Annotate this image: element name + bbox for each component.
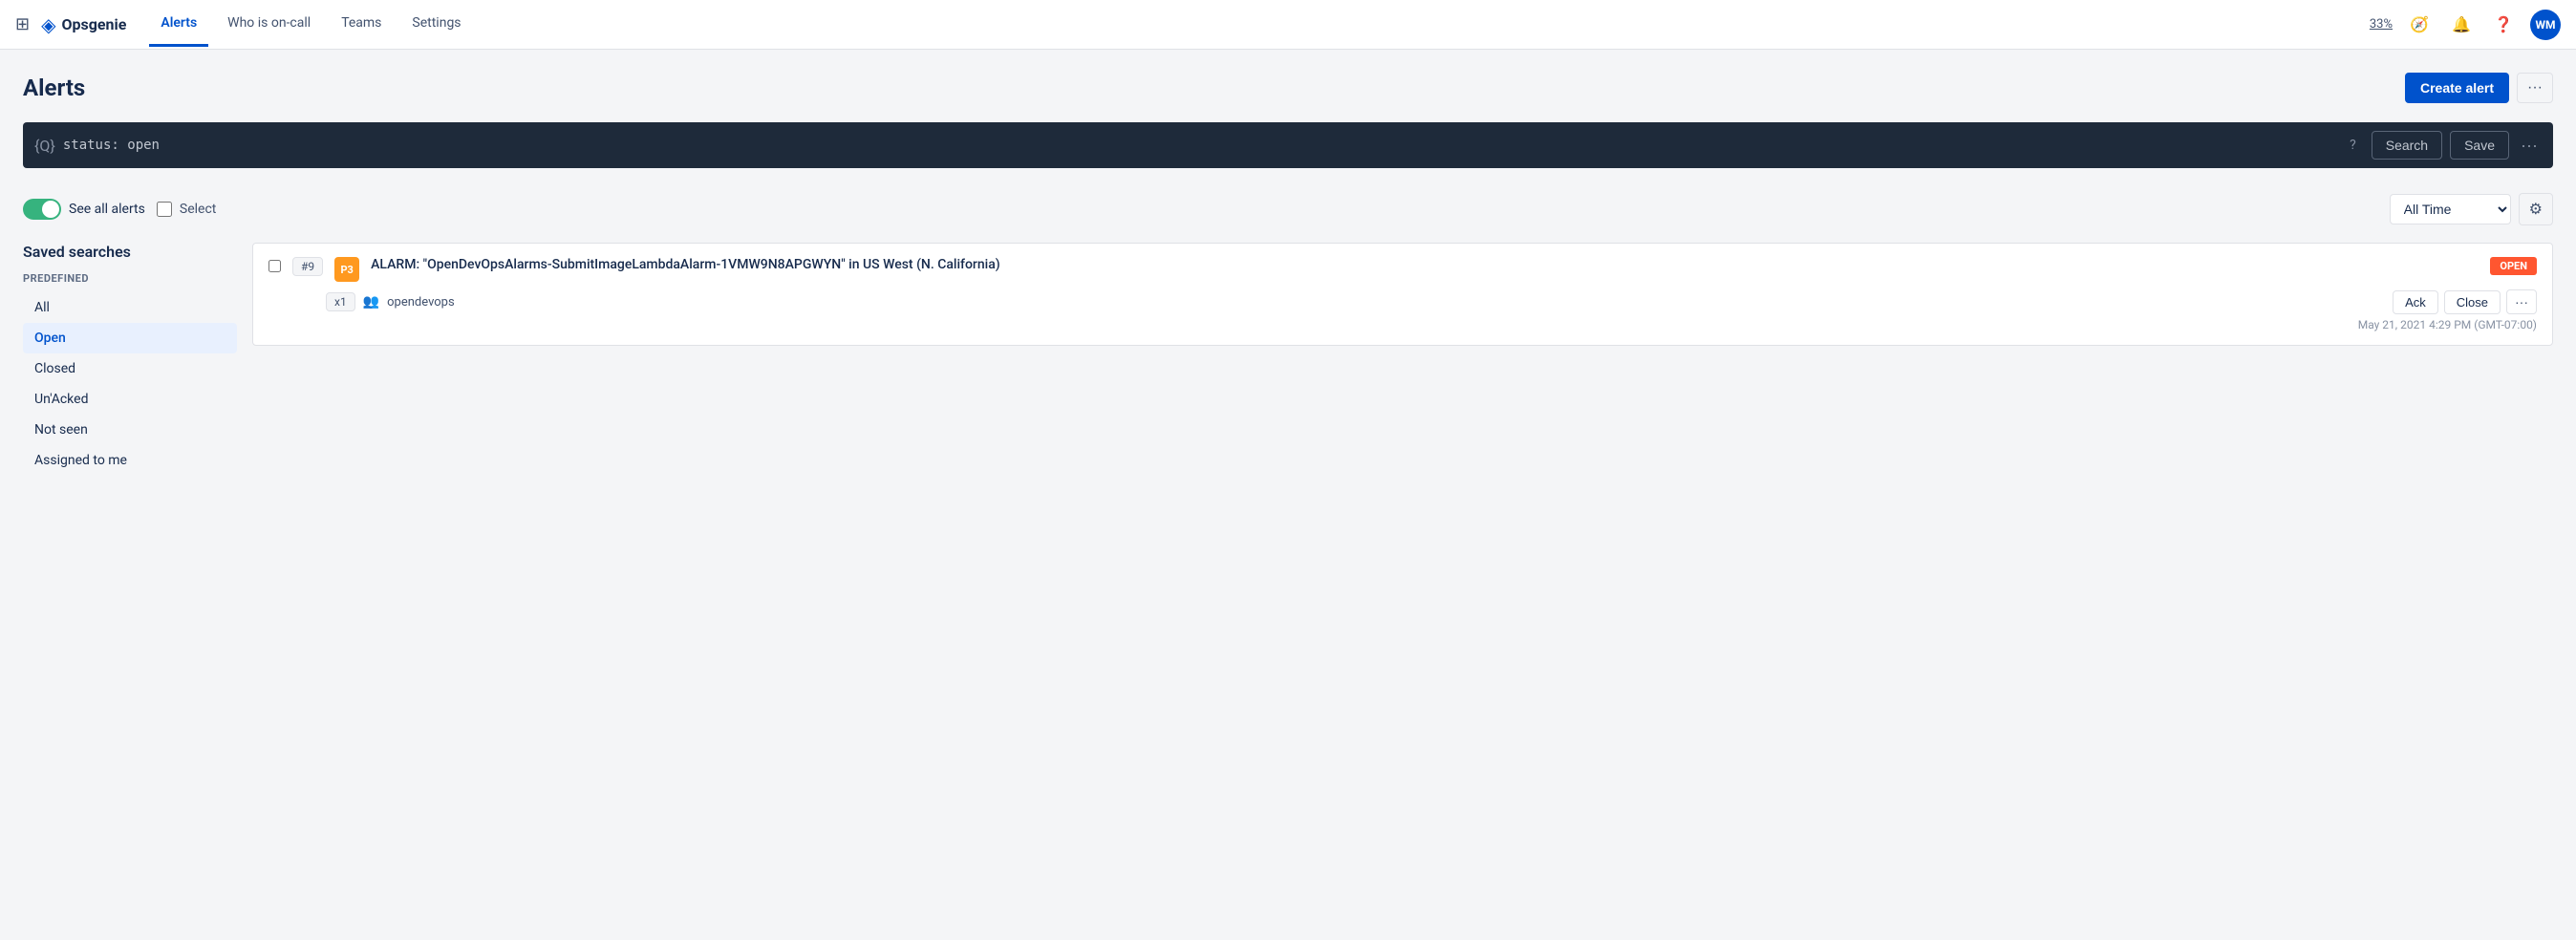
toggle-wrap: See all alerts xyxy=(23,199,145,220)
select-label: Select xyxy=(180,202,216,217)
team-icon: 👥 xyxy=(363,294,379,310)
priority-badge: P3 xyxy=(334,257,359,282)
time-filter-select[interactable]: All Time Last hour Last 24 hours Last 7 … xyxy=(2390,194,2511,224)
alert-actions: Ack Close ··· xyxy=(2393,289,2537,314)
toggle-knob xyxy=(42,201,59,218)
alert-row-top: #9 P3 ALARM: "OpenDevOpsAlarms-SubmitIma… xyxy=(268,257,2537,282)
alert-title[interactable]: ALARM: "OpenDevOpsAlarms-SubmitImageLamb… xyxy=(371,257,2479,272)
nav-oncall[interactable]: Who is on-call xyxy=(216,2,322,47)
nav-logo[interactable]: ◈ Opsgenie xyxy=(41,13,126,36)
sidebar-item-all[interactable]: All xyxy=(23,292,237,323)
logo-text: Opsgenie xyxy=(61,15,126,33)
nav-teams[interactable]: Teams xyxy=(330,2,393,47)
alert-num-badge: #9 xyxy=(292,257,323,276)
close-alert-button[interactable]: Close xyxy=(2444,290,2501,314)
filter-icon-btn[interactable]: ⚙ xyxy=(2519,193,2553,225)
save-button[interactable]: Save xyxy=(2450,131,2509,160)
sidebar-item-unacked-label: Un'Acked xyxy=(34,392,88,407)
user-avatar[interactable]: WM xyxy=(2530,10,2561,40)
see-all-label: See all alerts xyxy=(69,202,145,217)
see-all-toggle[interactable] xyxy=(23,199,61,220)
sidebar-item-assigned[interactable]: Assigned to me xyxy=(23,445,237,476)
sidebar: Saved searches PREDEFINED All Open Close… xyxy=(23,243,252,940)
search-query-icon: {Q} xyxy=(34,137,55,155)
search-help-button[interactable]: ? xyxy=(2342,134,2364,157)
notification-icon-btn[interactable]: 🔔 xyxy=(2446,10,2477,40)
sidebar-item-assigned-label: Assigned to me xyxy=(34,453,127,468)
sidebar-item-not-seen[interactable]: Not seen xyxy=(23,415,237,445)
ack-button[interactable]: Ack xyxy=(2393,290,2438,314)
page-title: Alerts xyxy=(23,75,85,101)
top-nav: ⊞ ◈ Opsgenie Alerts Who is on-call Teams… xyxy=(0,0,2576,50)
header-actions: Create alert ··· xyxy=(2405,73,2553,103)
team-name: opendevops xyxy=(387,295,455,310)
alert-count-badge: x1 xyxy=(326,292,355,311)
sidebar-title: Saved searches xyxy=(23,243,237,261)
toolbar-row: See all alerts Select All Time Last hour… xyxy=(23,183,2553,235)
sidebar-item-unacked[interactable]: Un'Acked xyxy=(23,384,237,415)
select-checkbox[interactable] xyxy=(157,202,172,217)
page: Alerts Create alert ··· {Q} ? Search Sav… xyxy=(0,50,2576,940)
alert-more-button[interactable]: ··· xyxy=(2506,289,2537,314)
status-badge: OPEN xyxy=(2490,257,2537,275)
main-content: #9 P3 ALARM: "OpenDevOpsAlarms-SubmitIma… xyxy=(252,243,2553,940)
table-row: #9 P3 ALARM: "OpenDevOpsAlarms-SubmitIma… xyxy=(252,243,2553,346)
grid-icon[interactable]: ⊞ xyxy=(15,14,30,34)
compass-icon-btn[interactable]: 🧭 xyxy=(2404,10,2435,40)
alerts-header: Alerts Create alert ··· xyxy=(23,73,2553,103)
alert-row-bottom: x1 👥 opendevops Ack Close ··· xyxy=(268,289,2537,314)
alert-list: #9 P3 ALARM: "OpenDevOpsAlarms-SubmitIma… xyxy=(252,243,2553,346)
toolbar-right: All Time Last hour Last 24 hours Last 7 … xyxy=(2390,193,2553,225)
content-area: Saved searches PREDEFINED All Open Close… xyxy=(23,243,2553,940)
nav-settings[interactable]: Settings xyxy=(400,2,472,47)
sidebar-item-open[interactable]: Open xyxy=(23,323,237,353)
nav-percent[interactable]: 33% xyxy=(2370,17,2393,32)
search-button[interactable]: Search xyxy=(2372,131,2442,160)
logo-icon: ◈ xyxy=(41,13,55,36)
header-more-button[interactable]: ··· xyxy=(2517,73,2553,103)
search-input[interactable] xyxy=(63,138,2334,153)
sidebar-item-not-seen-label: Not seen xyxy=(34,422,88,438)
sidebar-item-open-label: Open xyxy=(34,331,66,346)
sidebar-item-all-label: All xyxy=(34,300,50,315)
nav-right: 33% 🧭 🔔 ❓ WM xyxy=(2370,10,2561,40)
help-icon-btn[interactable]: ❓ xyxy=(2488,10,2519,40)
alert-checkbox[interactable] xyxy=(268,260,281,272)
create-alert-button[interactable]: Create alert xyxy=(2405,73,2509,103)
search-bar: {Q} ? Search Save ··· xyxy=(23,122,2553,168)
sidebar-item-closed-label: Closed xyxy=(34,361,75,376)
searchbar-more-button[interactable]: ··· xyxy=(2517,132,2542,160)
predefined-label: PREDEFINED xyxy=(23,272,237,285)
alert-time: May 21, 2021 4:29 PM (GMT-07:00) xyxy=(268,318,2537,331)
nav-alerts[interactable]: Alerts xyxy=(149,2,208,47)
sidebar-item-closed[interactable]: Closed xyxy=(23,353,237,384)
select-checkbox-wrap: Select xyxy=(157,202,216,217)
